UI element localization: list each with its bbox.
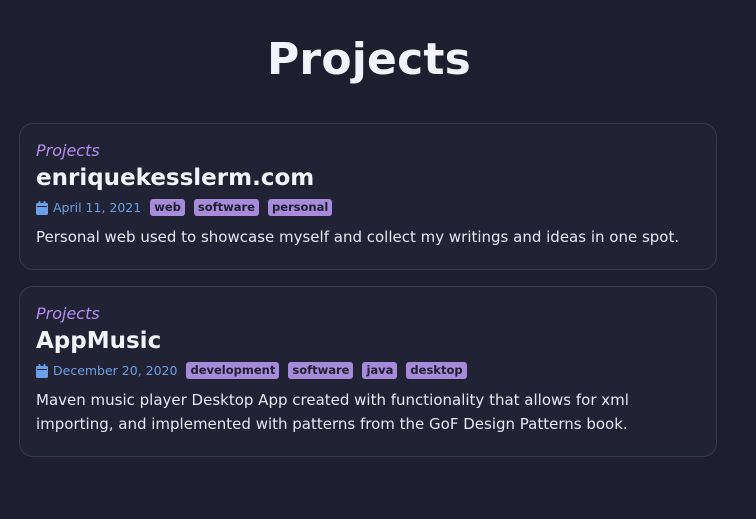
post-card[interactable]: Projects enriquekesslerm.com April 11, 2… <box>19 123 717 270</box>
calendar-icon <box>36 200 48 215</box>
tag-web[interactable]: web <box>150 198 185 216</box>
tag-software[interactable]: software <box>193 198 259 216</box>
post-category[interactable]: Projects <box>36 141 700 161</box>
post-meta: December 20, 2020 development software j… <box>36 360 700 380</box>
post-meta: April 11, 2021 web software personal <box>36 197 700 217</box>
post-card[interactable]: Projects AppMusic December 20, 2020 deve… <box>19 286 717 457</box>
tag-personal[interactable]: personal <box>267 198 333 216</box>
post-date: April 11, 2021 <box>53 199 142 215</box>
post-date: December 20, 2020 <box>53 362 178 378</box>
tag-development[interactable]: development <box>186 361 280 379</box>
page-title: Projects <box>266 34 471 85</box>
tag-desktop[interactable]: desktop <box>406 361 467 379</box>
post-description: Personal web used to showcase myself and… <box>36 228 680 246</box>
post-title[interactable]: AppMusic <box>36 326 700 356</box>
projects-page: Projects Projects enriquekesslerm.com Ap… <box>0 0 756 519</box>
post-description: Maven music player Desktop App created w… <box>36 391 629 433</box>
calendar-icon <box>36 363 48 378</box>
post-category[interactable]: Projects <box>36 304 700 324</box>
post-title[interactable]: enriquekesslerm.com <box>36 163 700 193</box>
tag-software[interactable]: software <box>288 361 354 379</box>
tag-java[interactable]: java <box>362 361 398 379</box>
